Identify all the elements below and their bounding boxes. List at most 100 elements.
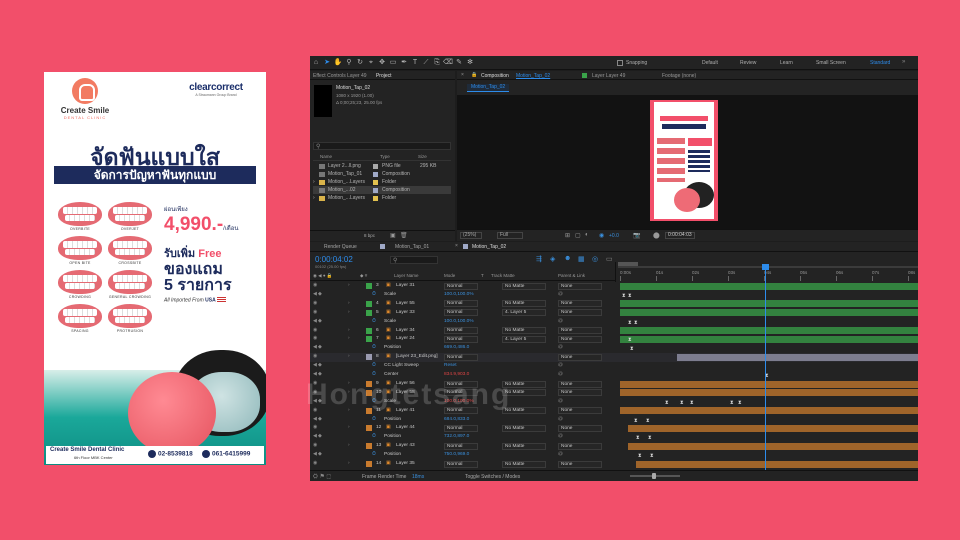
zoom-slider-thumb[interactable] [652,473,656,479]
blend-mode-select[interactable]: Normal [444,336,478,344]
col-track-matte[interactable]: Track Matte [491,273,515,278]
timeline-property-row[interactable]: ◀ ◆ ⏱ CC Light Sweep Reset @ [310,362,918,370]
parent-select[interactable]: None [558,353,602,361]
timeline-property-row[interactable]: ◀ ◆ ⏱ Position 750.0,969.0 @ ⧗ ⧗ [310,451,918,459]
channel-icon[interactable]: ◐ [585,232,589,238]
label-color-swatch[interactable] [373,171,378,177]
parent-select[interactable]: None [558,327,602,335]
pickwhip-icon[interactable]: @ [558,451,563,459]
parent-select[interactable]: None [558,460,602,468]
property-value[interactable]: 100.0,100.0% [444,291,474,299]
tab-composition-name[interactable]: Motion_Tap_02 [516,73,550,79]
snapping-checkbox[interactable] [617,60,623,66]
clone-stamp-icon[interactable]: ⎘ [432,58,442,68]
stopwatch-icon[interactable]: ⏱ [372,344,376,352]
blend-mode-select[interactable]: Normal [444,309,478,317]
visibility-eye-icon[interactable]: ◉ [313,282,317,290]
new-folder-icon[interactable]: ▣ [390,232,396,239]
layer-name[interactable]: Layer 55 [396,300,415,308]
timeline-layer-row[interactable]: ◉ › 7 ▣ Layer 24 Normal 4. Layer 5 None ⧗ [310,335,918,343]
tab-footage[interactable]: Footage (none) [662,73,696,79]
project-search-input[interactable]: ⚲ [313,142,451,150]
layer-duration-bar[interactable] [628,425,918,433]
label-color-swatch[interactable] [373,187,378,193]
resolution-select[interactable]: Full [497,232,523,239]
layer-name[interactable]: Layer 35 [396,460,415,468]
timeline-layer-row[interactable]: ◉ › 14 ▣ Layer 35 Normal No Matte None [310,460,918,468]
expand-arrow-icon[interactable]: › [348,309,350,317]
parent-select[interactable]: None [558,389,602,397]
property-value[interactable]: 684.0,833.0 [444,416,469,424]
col-size[interactable]: Size [418,154,427,159]
layer-duration-bar[interactable] [620,327,918,335]
expand-arrow-icon[interactable]: › [348,442,350,450]
track-matte-select[interactable]: No Matte [502,300,546,308]
magnification-select[interactable]: (25%) [460,232,482,239]
expand-arrow-icon[interactable]: › [348,300,350,308]
timeline-property-row[interactable]: ◀ ◆ ⏱ Scale 100.0,100.0% @ ⧗ ⧗ [310,291,918,299]
hand-tool-icon[interactable]: ✋ [333,58,343,68]
expand-arrow-icon[interactable]: › [313,178,315,186]
col-layer-name[interactable]: Layer Name [394,273,419,278]
tab-motion-tap-01[interactable]: Motion_Tap_01 [395,244,429,250]
close-icon[interactable]: × [461,72,464,78]
project-item[interactable]: Motion_...02 Composition [313,186,451,194]
visibility-eye-icon[interactable]: ◉ [313,442,317,450]
layer-label-color[interactable] [366,336,372,343]
motion-blur-icon[interactable]: ◎ [592,255,598,263]
parent-select[interactable]: None [558,442,602,450]
layer-label-color[interactable] [366,425,372,432]
visibility-eye-icon[interactable]: ◉ [313,460,317,468]
workspace-standard[interactable]: Standard [870,60,890,66]
comp-timecode[interactable]: 0:00:04:03 [665,232,695,239]
stopwatch-icon[interactable]: ⏱ [372,291,376,299]
rotate-tool-icon[interactable]: ↻ [355,58,365,68]
timeline-property-row[interactable]: ◀ ◆ ⏱ Position 669.0,486.0 @ ⧗ [310,344,918,352]
stopwatch-icon[interactable]: ⏱ [372,433,376,441]
label-color-swatch[interactable] [373,195,378,201]
comp-viewer[interactable] [457,95,918,229]
parent-select[interactable]: None [558,300,602,308]
layer-label-color[interactable] [366,461,372,467]
workspace-menu-icon[interactable]: » [902,59,905,65]
pickwhip-icon[interactable]: @ [558,344,563,352]
tab-layer[interactable]: Layer Layer 49 [592,73,625,79]
track-matte-select[interactable]: No Matte [502,327,546,335]
puppet-tool-icon[interactable]: ✻ [465,58,475,68]
layer-name[interactable]: Layer 24 [396,335,415,343]
expand-arrow-icon[interactable]: › [348,353,350,361]
pickwhip-icon[interactable]: @ [558,433,563,441]
visibility-eye-icon[interactable]: ◉ [313,327,317,335]
track-matte-select[interactable]: No Matte [502,442,546,450]
layer-duration-bar[interactable] [620,282,918,290]
col-name[interactable]: Name [320,154,332,159]
layer-duration-bar[interactable] [620,407,918,415]
comp-flowchart-icon[interactable]: ⇶ [536,255,542,263]
workspace-small-screen[interactable]: Small Screen [816,60,846,66]
pickwhip-icon[interactable]: @ [558,362,563,370]
selection-tool-icon[interactable]: ➤ [322,58,332,68]
layer-name[interactable]: Layer 43 [396,442,415,450]
expand-arrow-icon[interactable]: › [348,460,350,468]
blend-mode-select[interactable]: Normal [444,442,478,450]
keyframe-nav-icon[interactable]: ◀ ◆ [313,291,322,299]
timeline-layer-row[interactable]: ◉ › 12 ▣ Layer 44 Normal No Matte None [310,424,918,433]
visibility-eye-icon[interactable]: ◉ [313,353,317,361]
workspace-learn[interactable]: Learn [780,60,793,66]
blend-mode-select[interactable]: Normal [444,353,478,361]
project-item[interactable]: Motion_Tap_01 Composition [313,170,451,178]
bpc-label[interactable]: 8 bpc [364,233,375,238]
parent-select[interactable]: None [558,282,602,290]
property-value[interactable]: 750.0,969.0 [444,451,469,459]
pickwhip-icon[interactable]: @ [558,371,563,379]
layer-label-color[interactable] [366,443,372,450]
keyframe-nav-icon[interactable]: ◀ ◆ [313,433,322,441]
grid-icon[interactable]: ⊞ [565,232,570,239]
current-time[interactable]: 0:00:04:02 [315,255,353,264]
mask-icon[interactable]: ▢ [575,232,581,239]
eraser-icon[interactable]: ⌫ [443,58,453,68]
keyframe-nav-icon[interactable]: ◀ ◆ [313,318,322,326]
parent-select[interactable]: None [558,336,602,344]
label-color-swatch[interactable] [373,179,378,185]
tab-motion-tap-02[interactable]: Motion_Tap_02 [472,244,506,250]
